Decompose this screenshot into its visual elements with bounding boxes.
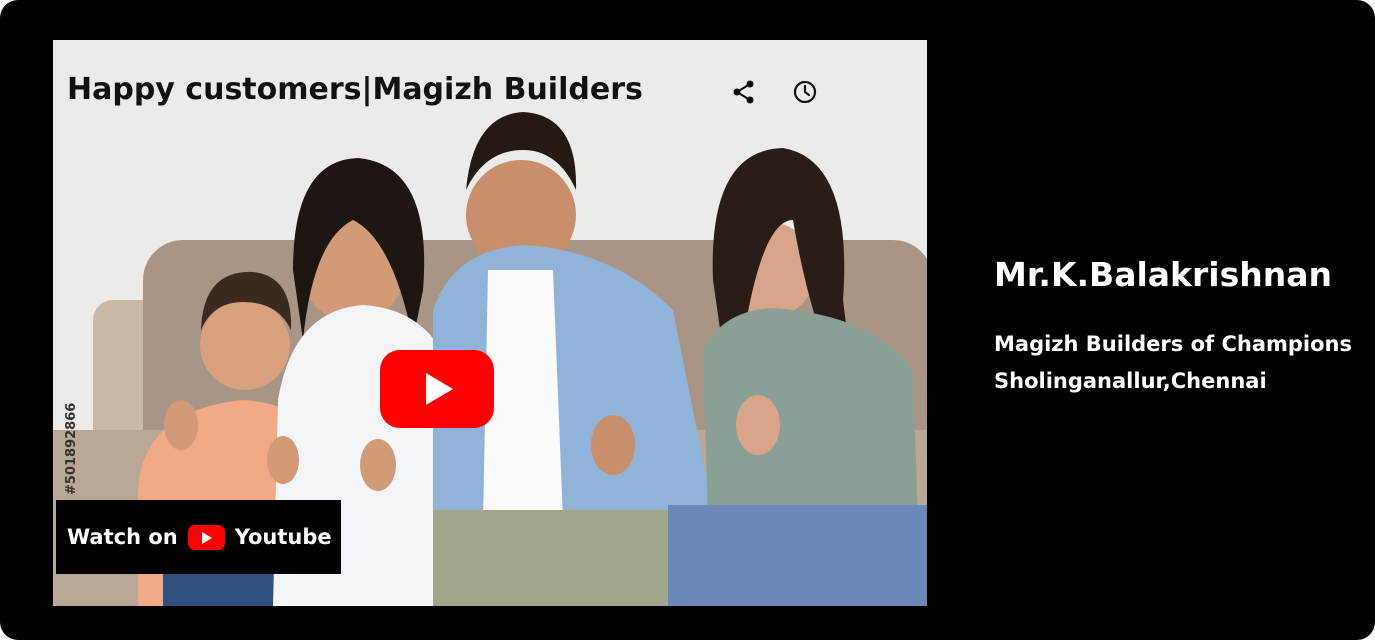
clock-icon[interactable] xyxy=(791,78,819,106)
company-name: Magizh Builders of Champions xyxy=(994,332,1352,356)
customer-name: Mr.K.Balakrishnan xyxy=(994,255,1332,294)
testimonial-card: Happy customers|Magizh Builders #5018928… xyxy=(0,0,1375,640)
platform-label: Youtube xyxy=(234,525,332,549)
customer-location: Sholinganallur,Chennai xyxy=(994,369,1267,393)
watch-on-youtube-button[interactable]: Watch on Youtube xyxy=(56,500,341,574)
youtube-logo-icon xyxy=(187,524,225,550)
video-title[interactable]: Happy customers|Magizh Builders xyxy=(67,72,643,107)
youtube-play-button[interactable] xyxy=(380,350,494,428)
stock-id: #501892866 xyxy=(64,402,79,495)
youtube-play-icon xyxy=(426,373,453,405)
watch-on-label: Watch on xyxy=(67,525,178,549)
video-embed[interactable]: Happy customers|Magizh Builders #5018928… xyxy=(53,40,927,606)
share-icon[interactable] xyxy=(730,78,758,106)
